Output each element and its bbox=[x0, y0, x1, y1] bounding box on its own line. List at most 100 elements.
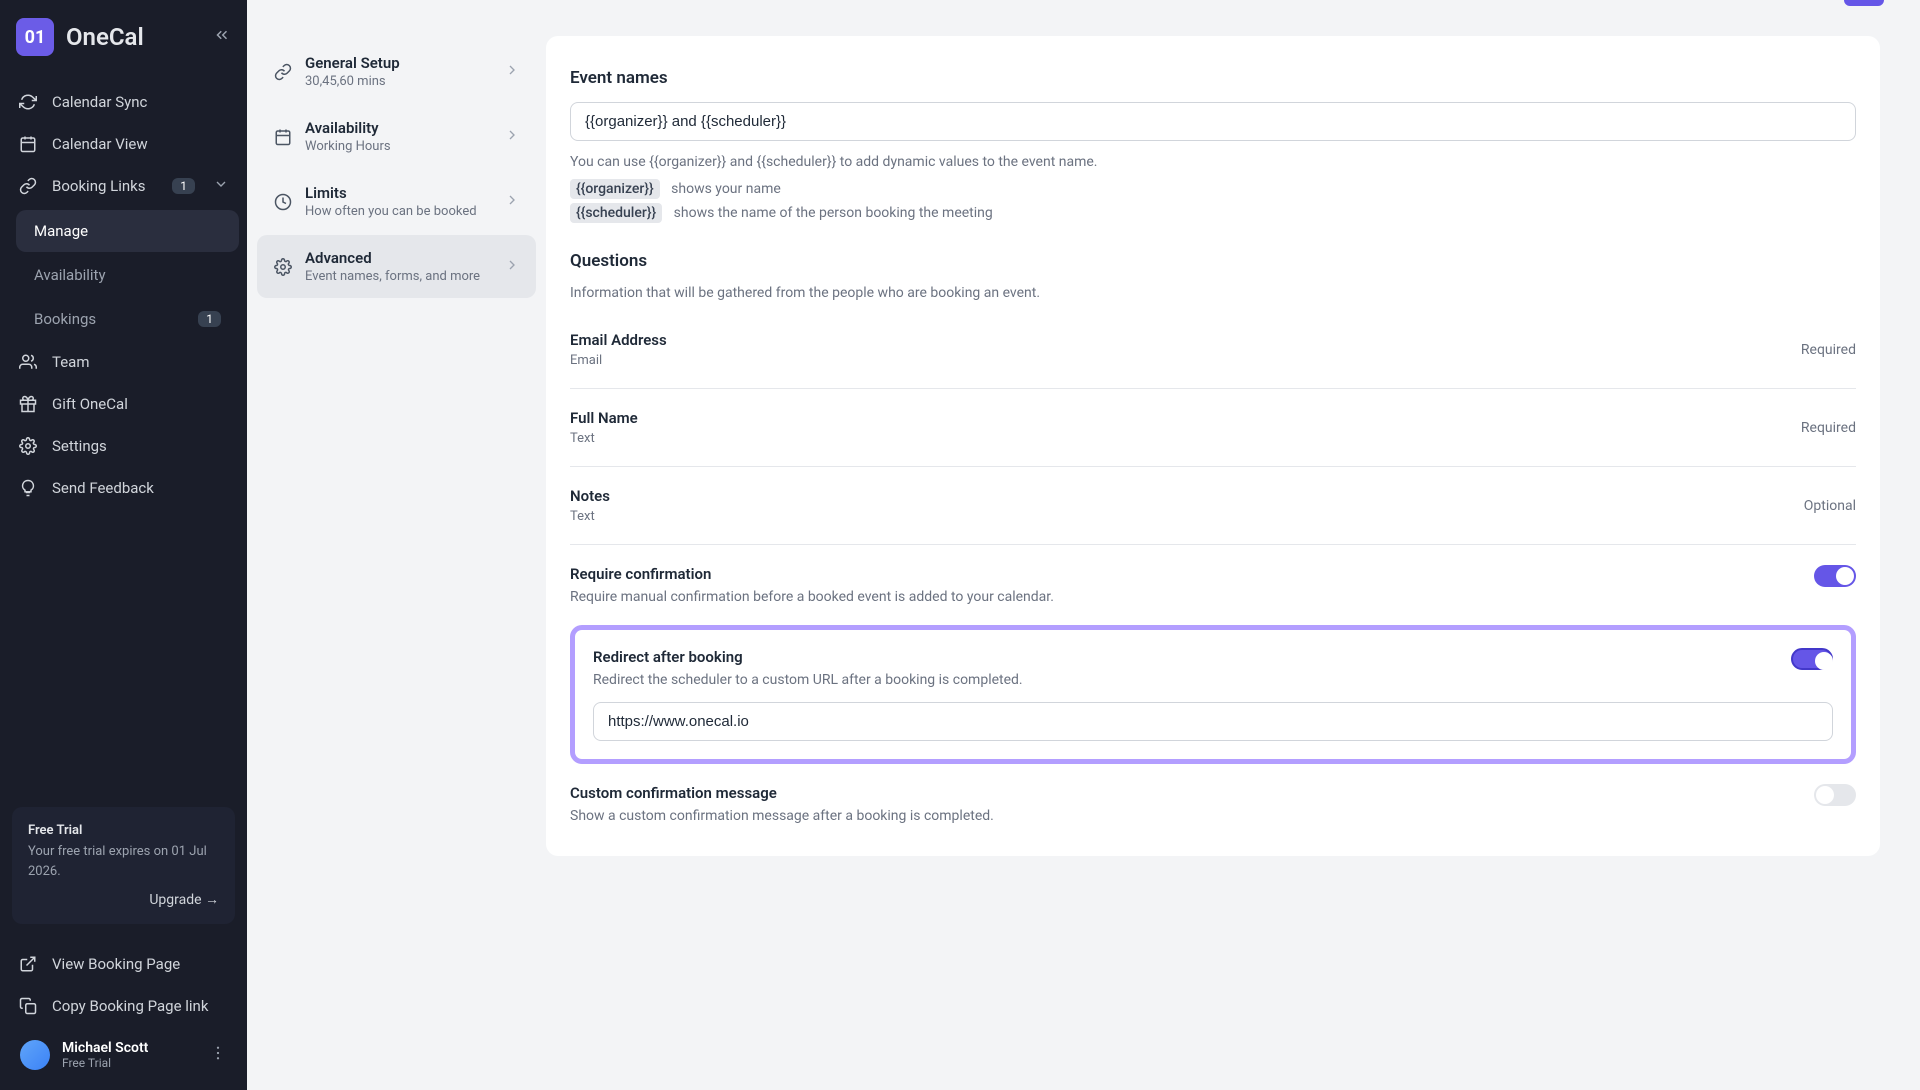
settings-item-subtitle: 30,45,60 mins bbox=[305, 74, 492, 89]
settings-item-title: Advanced bbox=[305, 249, 492, 267]
question-type: Text bbox=[570, 431, 638, 446]
token-row-organizer: {{organizer}} shows your name bbox=[570, 181, 1856, 197]
question-row-email[interactable]: Email Address Email Required bbox=[570, 311, 1856, 389]
custom-msg-title: Custom confirmation message bbox=[570, 784, 994, 802]
question-name: Full Name bbox=[570, 409, 638, 427]
custom-message-section: Custom confirmation message Show a custo… bbox=[570, 764, 1856, 824]
calendar-icon bbox=[273, 127, 293, 147]
nav-calendar-view[interactable]: Calendar View bbox=[8, 124, 239, 164]
settings-advanced[interactable]: Advanced Event names, forms, and more bbox=[257, 235, 536, 298]
user-plan: Free Trial bbox=[62, 1056, 148, 1070]
nav-label: Booking Links bbox=[52, 177, 146, 195]
gear-icon bbox=[18, 436, 38, 456]
require-confirmation-toggle[interactable] bbox=[1814, 565, 1856, 587]
question-type: Text bbox=[570, 509, 610, 524]
organizer-token: {{organizer}} bbox=[570, 179, 660, 199]
custom-message-toggle[interactable] bbox=[1814, 784, 1856, 806]
bookings-badge: 1 bbox=[198, 311, 221, 327]
subnav-label: Bookings bbox=[34, 310, 96, 328]
settings-limits[interactable]: Limits How often you can be booked bbox=[257, 170, 536, 233]
redirect-url-input[interactable] bbox=[593, 702, 1833, 741]
nav-label: Calendar View bbox=[52, 135, 148, 153]
subnav-availability[interactable]: Availability bbox=[16, 254, 239, 296]
link-icon bbox=[18, 176, 38, 196]
settings-item-title: Limits bbox=[305, 184, 492, 202]
calendar-icon bbox=[18, 134, 38, 154]
redirect-desc: Redirect the scheduler to a custom URL a… bbox=[593, 672, 1023, 688]
nav-calendar-sync[interactable]: Calendar Sync bbox=[8, 82, 239, 122]
logo-icon: 01 bbox=[16, 18, 54, 56]
nav-label: Send Feedback bbox=[52, 479, 154, 497]
nav-team[interactable]: Team bbox=[8, 342, 239, 382]
save-button[interactable] bbox=[1844, 0, 1884, 6]
scheduler-token: {{scheduler}} bbox=[570, 203, 662, 223]
redirect-toggle[interactable] bbox=[1791, 648, 1833, 670]
user-menu-button[interactable] bbox=[209, 1044, 227, 1066]
user-name: Michael Scott bbox=[62, 1040, 148, 1056]
organizer-token-desc: shows your name bbox=[671, 181, 781, 197]
lightbulb-icon bbox=[18, 478, 38, 498]
question-type: Email bbox=[570, 353, 667, 368]
redirect-highlight-box: Redirect after booking Redirect the sche… bbox=[570, 625, 1856, 764]
redirect-section: Redirect after booking Redirect the sche… bbox=[593, 642, 1833, 702]
trial-card: Free Trial Your free trial expires on 01… bbox=[12, 807, 235, 924]
custom-msg-desc: Show a custom confirmation message after… bbox=[570, 808, 994, 824]
chevron-right-icon bbox=[504, 192, 520, 212]
redirect-title: Redirect after booking bbox=[593, 648, 1023, 666]
avatar bbox=[20, 1040, 50, 1070]
nav-label: View Booking Page bbox=[52, 955, 180, 973]
booking-links-subnav: Manage Availability Bookings 1 bbox=[16, 210, 239, 340]
questions-desc: Information that will be gathered from t… bbox=[570, 285, 1856, 301]
settings-panel: General Setup 30,45,60 mins Availability… bbox=[247, 0, 546, 1090]
trial-desc: Your free trial expires on 01 Jul 2026. bbox=[28, 842, 219, 881]
view-booking-page[interactable]: View Booking Page bbox=[8, 944, 239, 984]
nav-gift[interactable]: Gift OneCal bbox=[8, 384, 239, 424]
nav-list: Calendar Sync Calendar View Booking Link… bbox=[0, 74, 247, 795]
copy-icon bbox=[18, 996, 38, 1016]
scheduler-token-desc: shows the name of the person booking the… bbox=[674, 205, 993, 221]
chevron-down-icon bbox=[213, 176, 229, 196]
sync-icon bbox=[18, 92, 38, 112]
subnav-label: Availability bbox=[34, 266, 106, 284]
nav-label: Gift OneCal bbox=[52, 395, 128, 413]
question-status: Required bbox=[1801, 420, 1856, 436]
question-status: Optional bbox=[1804, 498, 1856, 514]
settings-item-subtitle: Working Hours bbox=[305, 139, 492, 154]
sidebar-header: 01 OneCal bbox=[0, 0, 247, 74]
brand-name: OneCal bbox=[66, 23, 144, 51]
nav-label: Calendar Sync bbox=[52, 93, 147, 111]
nav-feedback[interactable]: Send Feedback bbox=[8, 468, 239, 508]
nav-booking-links[interactable]: Booking Links 1 bbox=[8, 166, 239, 206]
advanced-settings-card: Event names You can use {{organizer}} an… bbox=[546, 36, 1880, 856]
team-icon bbox=[18, 352, 38, 372]
chevron-right-icon bbox=[504, 257, 520, 277]
user-row: Michael Scott Free Trial bbox=[8, 1028, 239, 1082]
nav-label: Copy Booking Page link bbox=[52, 997, 208, 1015]
settings-item-subtitle: How often you can be booked bbox=[305, 204, 492, 219]
require-confirm-desc: Require manual confirmation before a boo… bbox=[570, 589, 1054, 605]
sidebar-collapse-button[interactable] bbox=[213, 26, 231, 48]
question-row-fullname[interactable]: Full Name Text Required bbox=[570, 389, 1856, 467]
booking-links-badge: 1 bbox=[172, 178, 195, 194]
trial-title: Free Trial bbox=[28, 823, 219, 838]
subnav-bookings[interactable]: Bookings 1 bbox=[16, 298, 239, 340]
nav-settings[interactable]: Settings bbox=[8, 426, 239, 466]
question-name: Notes bbox=[570, 487, 610, 505]
token-row-scheduler: {{scheduler}} shows the name of the pers… bbox=[570, 205, 1856, 221]
question-row-notes[interactable]: Notes Text Optional bbox=[570, 467, 1856, 545]
event-name-input[interactable] bbox=[570, 102, 1856, 141]
question-status: Required bbox=[1801, 342, 1856, 358]
require-confirmation-section: Require confirmation Require manual conf… bbox=[570, 545, 1856, 625]
settings-item-subtitle: Event names, forms, and more bbox=[305, 269, 492, 284]
upgrade-link[interactable]: Upgrade → bbox=[28, 891, 219, 908]
event-name-help: You can use {{organizer}} and {{schedule… bbox=[570, 151, 1856, 173]
settings-general[interactable]: General Setup 30,45,60 mins bbox=[257, 40, 536, 103]
copy-booking-link[interactable]: Copy Booking Page link bbox=[8, 986, 239, 1026]
settings-item-title: Availability bbox=[305, 119, 492, 137]
subnav-manage[interactable]: Manage bbox=[16, 210, 239, 252]
settings-availability[interactable]: Availability Working Hours bbox=[257, 105, 536, 168]
external-link-icon bbox=[18, 954, 38, 974]
gear-icon bbox=[273, 257, 293, 277]
require-confirm-title: Require confirmation bbox=[570, 565, 1054, 583]
sidebar-bottom: View Booking Page Copy Booking Page link… bbox=[0, 936, 247, 1090]
